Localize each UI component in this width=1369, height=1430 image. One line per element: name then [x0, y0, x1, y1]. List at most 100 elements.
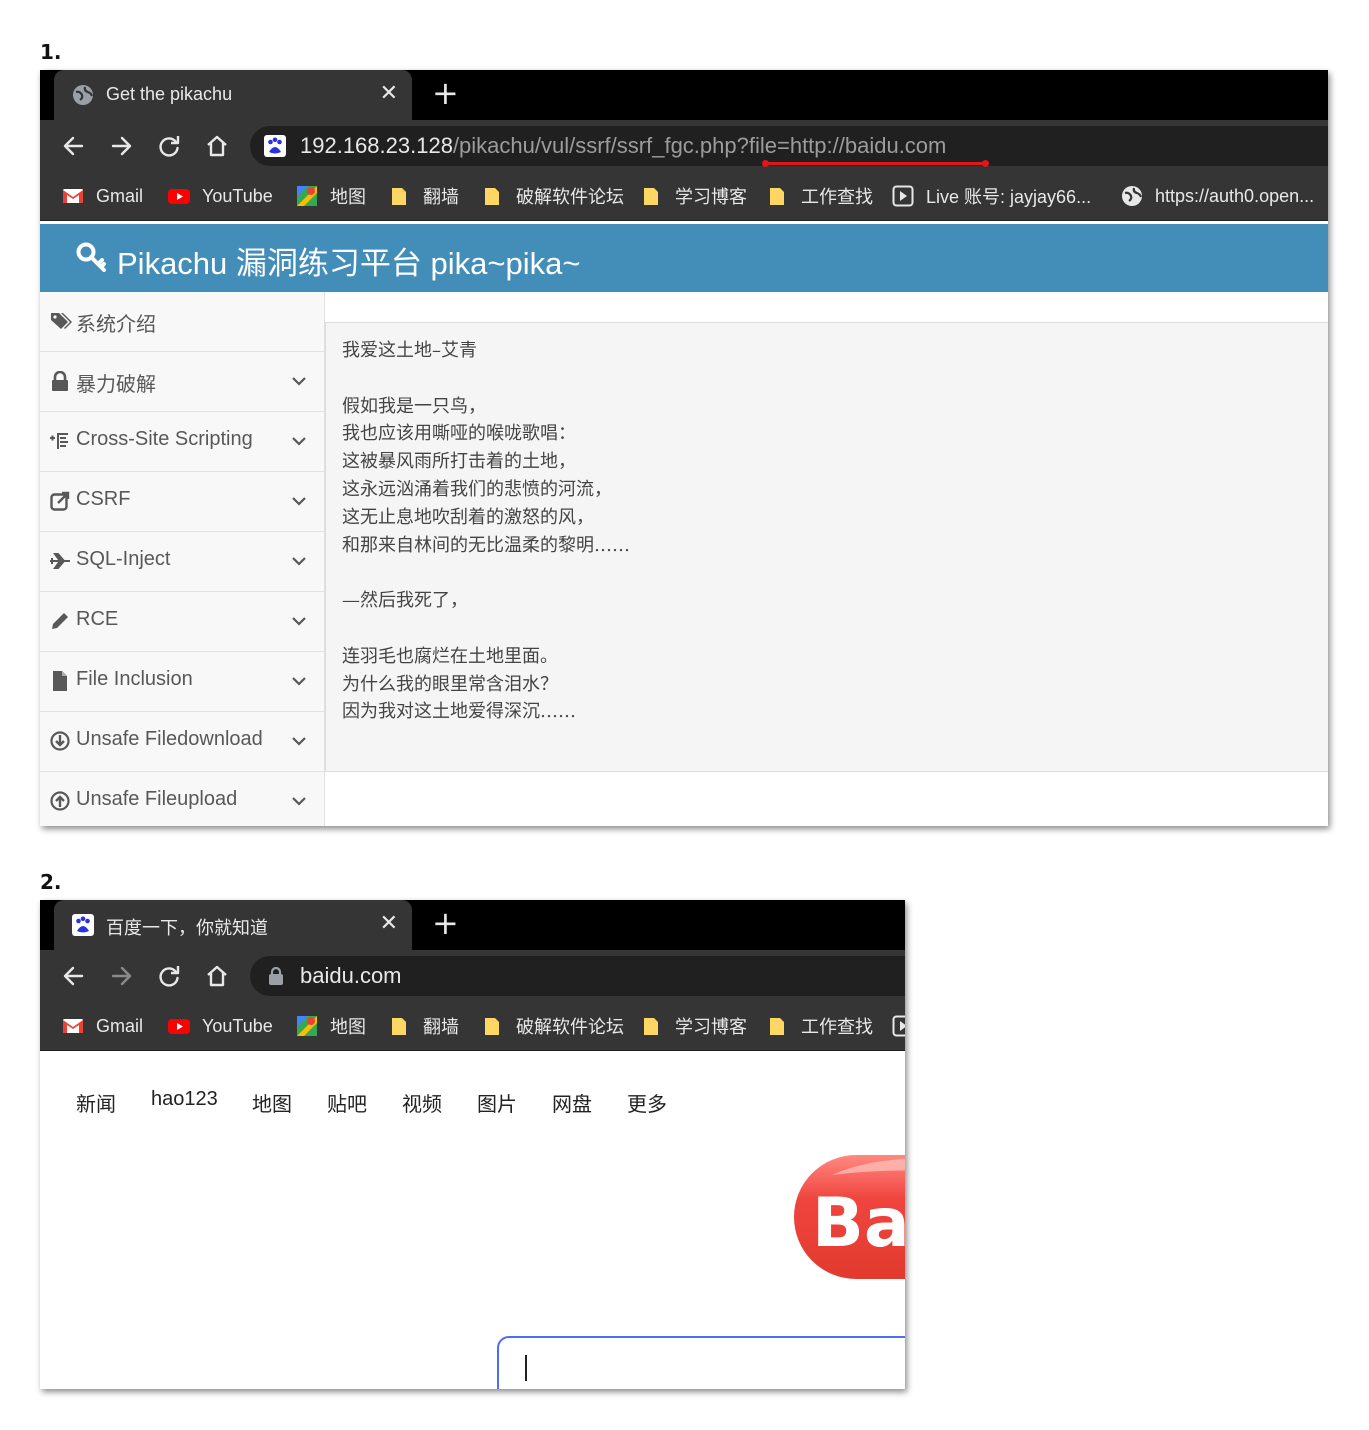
poem-line: 因为我对这土地爱得深沉…… — [342, 701, 576, 723]
youtube-icon — [168, 1019, 190, 1034]
sidebar-item-sqli[interactable]: SQL-Inject — [40, 532, 324, 592]
sidebar-item-label: 系统介绍 — [76, 314, 156, 336]
baidu-nav-tieba[interactable]: 贴吧 — [327, 1088, 367, 1117]
chevron-down-icon[interactable] — [292, 554, 306, 568]
address-bar[interactable]: 192.168.23.128/pikachu/vul/ssrf/ssrf_fgc… — [250, 126, 1328, 166]
tab-baidu[interactable]: 百度一下，你就知道 ✕ — [54, 900, 412, 950]
baidu-search-input[interactable] — [497, 1336, 905, 1389]
forward-arrow-icon[interactable] — [107, 962, 135, 990]
ssrf-result-panel: 我爱这土地–艾青 假如我是一只鸟， 我也应该用嘶哑的喉咙歌唱： 这被暴风雨所打击… — [325, 322, 1328, 772]
chevron-down-icon[interactable] — [292, 374, 306, 388]
folder-icon — [392, 188, 406, 205]
bookmark-label: 地图 — [330, 1017, 366, 1037]
baidu-nav-news[interactable]: 新闻 — [76, 1088, 116, 1117]
baidu-nav-video[interactable]: 视频 — [402, 1088, 442, 1117]
plane-icon — [50, 553, 70, 569]
back-arrow-icon[interactable] — [60, 132, 88, 160]
bookmark-folder-pojie[interactable]: 破解软件论坛 — [482, 184, 624, 208]
baidu-nav-map[interactable]: 地图 — [252, 1088, 292, 1117]
chevron-down-icon[interactable] — [292, 494, 306, 508]
tab-get-the-pikachu[interactable]: Get the pikachu ✕ — [54, 70, 412, 120]
reload-icon[interactable] — [155, 132, 183, 160]
sidebar-item-file-inclusion[interactable]: File Inclusion — [40, 652, 324, 712]
address-bar[interactable]: baidu.com — [250, 956, 905, 996]
sidebar-item-rce[interactable]: RCE — [40, 592, 324, 652]
poem-line: 我也应该用嘶哑的喉咙歌唱： — [342, 423, 576, 445]
reload-icon[interactable] — [155, 962, 183, 990]
bookmark-folder-fanqiang[interactable]: 翻墙 — [389, 1014, 459, 1038]
bookmark-label: 地图 — [330, 187, 366, 207]
url-host: 192.168.23.128 — [300, 133, 453, 158]
poem-line: 我爱这土地–艾青 — [342, 340, 477, 361]
poem-line: —然后我死了， — [342, 590, 468, 612]
new-tab-button[interactable]: + — [432, 74, 459, 112]
step-1-label: 1. — [40, 40, 62, 64]
bookmark-label: Gmail — [96, 1015, 144, 1036]
poem-line: 连羽毛也腐烂在土地里面。 — [342, 645, 558, 667]
chevron-down-icon[interactable] — [292, 614, 306, 628]
folder-icon — [770, 188, 784, 205]
play-icon — [892, 185, 914, 207]
bookmark-folder-blog[interactable]: 学习博客 — [641, 184, 747, 208]
sidebar-item-label: SQL-Inject — [76, 548, 171, 570]
bookmark-youtube[interactable]: YouTube — [168, 1014, 273, 1038]
bookmark-gmail[interactable]: Gmail — [62, 184, 143, 208]
bookmark-label: 学习博客 — [675, 1017, 747, 1037]
tab-close-icon[interactable]: ✕ — [380, 80, 398, 106]
bookmark-maps[interactable]: 地图 — [296, 184, 366, 208]
chevron-down-icon[interactable] — [292, 734, 306, 748]
tab-strip: 百度一下，你就知道 ✕ + — [40, 900, 905, 950]
gmail-icon — [63, 189, 83, 203]
forward-arrow-icon[interactable] — [107, 132, 135, 160]
sidebar-item-intro[interactable]: 系统介绍 — [40, 292, 324, 352]
bookmark-label: 工作查找 — [801, 187, 873, 207]
tab-close-icon[interactable]: ✕ — [380, 910, 398, 936]
sidebar-item-filedownload[interactable]: Unsafe Filedownload — [40, 712, 324, 772]
browser-toolbar: 192.168.23.128/pikachu/vul/ssrf/ssrf_fgc… — [40, 120, 1328, 172]
chevron-down-icon[interactable] — [292, 434, 306, 448]
sidebar-item-csrf[interactable]: CSRF — [40, 472, 324, 532]
baidu-nav-netdisk[interactable]: 网盘 — [552, 1088, 592, 1117]
pikachu-title: Pikachu 漏洞练习平台 pika~pika~ — [117, 246, 581, 281]
download-icon — [50, 731, 70, 751]
upload-icon — [50, 791, 70, 811]
bookmark-label: 破解软件论坛 — [516, 1017, 624, 1037]
baidu-nav-hao123[interactable]: hao123 — [151, 1088, 218, 1111]
bookmark-folder-jobs[interactable]: 工作查找 — [767, 1014, 873, 1038]
bookmark-auth0[interactable]: https://auth0.open... — [1121, 184, 1314, 208]
globe-icon — [73, 85, 94, 105]
baidu-nav-more[interactable]: 更多 — [627, 1088, 667, 1117]
bookmark-folder-jobs[interactable]: 工作查找 — [767, 184, 873, 208]
bookmark-folder-fanqiang[interactable]: 翻墙 — [389, 184, 459, 208]
home-icon[interactable] — [203, 132, 231, 160]
folder-icon — [770, 1018, 784, 1035]
new-tab-button[interactable]: + — [432, 904, 459, 942]
chevron-down-icon[interactable] — [292, 674, 306, 688]
file-icon — [53, 671, 67, 691]
bookmark-gmail[interactable]: Gmail — [62, 1014, 143, 1038]
bookmark-folder-pojie[interactable]: 破解软件论坛 — [482, 1014, 624, 1038]
url-query: file=http://baidu.com — [748, 133, 947, 158]
sidebar-item-fileupload[interactable]: Unsafe Fileupload — [40, 772, 324, 826]
bookmark-maps[interactable]: 地图 — [296, 1014, 366, 1038]
sidebar-item-xss[interactable]: Cross-Site Scripting — [40, 412, 324, 472]
sidebar-item-bruteforce[interactable]: 暴力破解 — [40, 352, 324, 412]
bookmark-live-clipped[interactable] — [892, 1014, 905, 1038]
step-2-label: 2. — [40, 870, 62, 894]
bookmark-folder-blog[interactable]: 学习博客 — [641, 1014, 747, 1038]
text-cursor — [525, 1355, 527, 1381]
folder-icon — [644, 1018, 658, 1035]
sidebar-item-label: Unsafe Filedownload — [76, 728, 263, 750]
back-arrow-icon[interactable] — [60, 962, 88, 990]
chevron-down-icon[interactable] — [292, 794, 306, 808]
poem-line: 这永远汹涌着我们的悲愤的河流， — [342, 478, 612, 500]
home-icon[interactable] — [203, 962, 231, 990]
bookmark-live[interactable]: Live 账号: jayjay66... — [892, 184, 1091, 208]
poem-line: 和那来自林间的无比温柔的黎明…… — [342, 534, 630, 556]
baidu-nav-images[interactable]: 图片 — [477, 1088, 517, 1117]
bookmark-youtube[interactable]: YouTube — [168, 184, 273, 208]
baidu-paw-icon — [72, 914, 94, 936]
folder-icon — [485, 188, 499, 205]
pikachu-header: Pikachu 漏洞练习平台 pika~pika~ — [40, 224, 1328, 292]
bookmarks-bar: Gmail YouTube 地图 翻墙 破解软件论坛 学习博客 工作查找 Liv… — [40, 172, 1328, 221]
